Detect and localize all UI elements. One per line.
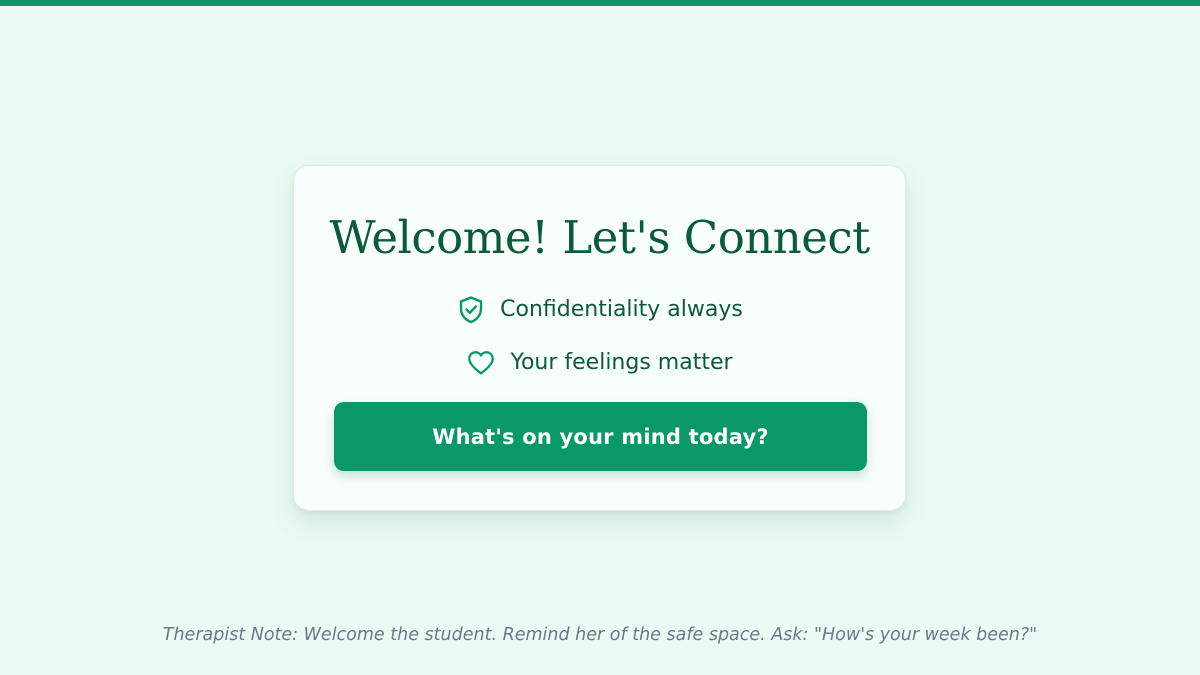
therapist-note: Therapist Note: Welcome the student. Rem… [162,625,1038,645]
feature-label: Confidentiality always [500,297,743,322]
welcome-title: Welcome! Let's Connect [329,211,870,264]
shield-check-icon [456,295,486,325]
top-accent-bar [0,0,1200,6]
feature-feelings: Your feelings matter [294,348,905,378]
start-conversation-button[interactable]: What's on your mind today? [334,402,867,471]
feature-label: Your feelings matter [510,350,733,375]
feature-confidentiality: Confidentiality always [294,295,905,325]
heart-icon [466,348,496,378]
welcome-card: Welcome! Let's Connect Confidentiality a… [293,165,906,511]
